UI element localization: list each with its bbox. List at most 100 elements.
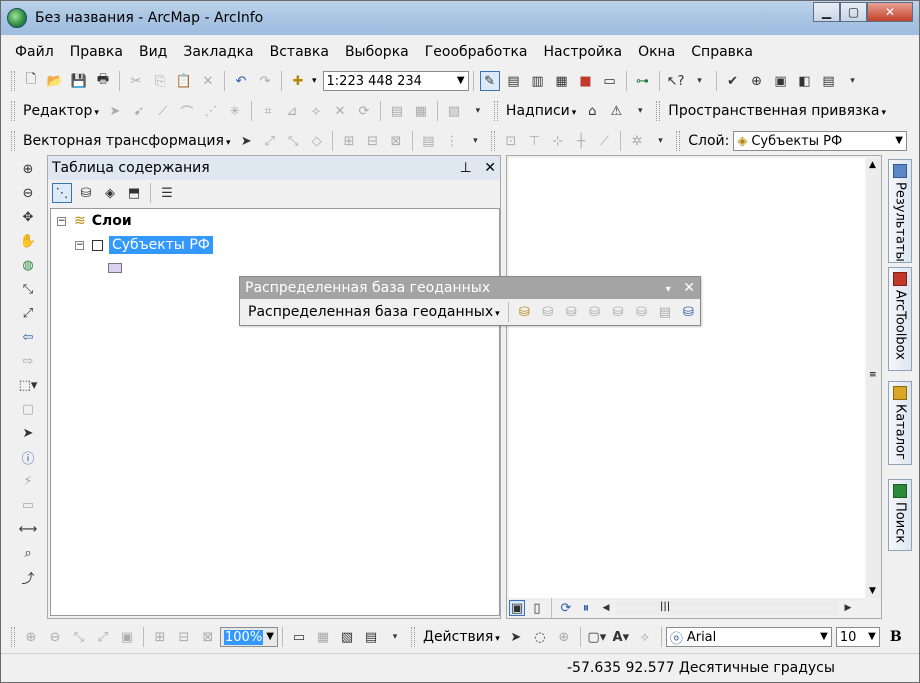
rectangle-icon[interactable]: ▢▾ [587,627,607,647]
trace-icon[interactable]: ⋰ [201,101,221,121]
layout-view-icon[interactable]: ▯ [529,600,545,616]
fixed-zoom-in-page-icon[interactable]: ⤡ [69,627,89,647]
zoom-percent-combobox[interactable]: 100% ▼ [220,627,278,647]
select-elements-icon[interactable]: ➤ [18,423,38,443]
back-arrow-icon[interactable]: ⇦ [18,327,38,347]
toolbar-grip[interactable] [11,131,15,151]
menu-edit[interactable]: Правка [62,44,131,60]
html-popup-icon[interactable]: ▭ [18,495,38,515]
font-size-combobox[interactable]: 10 ▼ [835,627,880,647]
zoom-out-icon[interactable]: ⊖ [18,183,38,203]
toolbar-grip[interactable] [491,131,496,151]
select-elements-icon[interactable]: ➤ [236,131,255,151]
toolbar-grip[interactable] [11,71,15,91]
editor-toolbar-icon[interactable]: ✎ [479,71,500,91]
menu-selection[interactable]: Выборка [337,44,417,60]
layer-node[interactable]: − Субъекты РФ [75,236,213,254]
rotate-icon[interactable]: ◌ [530,627,550,647]
modelbuilder-icon[interactable]: ⊶ [633,71,653,91]
georef-tool-4-icon[interactable]: ◧ [795,71,815,91]
select-elements-icon[interactable]: ➤ [506,627,526,647]
toggle-draft-mode-icon[interactable]: ▭ [289,627,309,647]
change-layout-icon[interactable]: ▧ [337,627,357,647]
georef-tool-3-icon[interactable]: ▣ [771,71,791,91]
redo-icon[interactable]: ↷ [255,71,275,91]
measure-icon[interactable]: ⟷ [18,519,38,539]
menu-customize[interactable]: Настройка [536,44,631,60]
zoom-100-icon[interactable]: ⊞ [150,627,170,647]
fixed-zoom-in-icon[interactable]: ⤡ [18,279,38,299]
synchronize-icon[interactable]: ⛁ [538,302,557,322]
bold-button[interactable]: B [886,629,906,645]
labels-menu[interactable]: Надписи ▾ [502,103,580,119]
identify-icon[interactable]: ⓘ [18,447,38,467]
topology-shared-icon[interactable]: ⊹ [548,131,567,151]
modify-link-icon[interactable]: ⤡ [283,131,302,151]
check-out-icon[interactable]: ⛁ [632,302,651,322]
layer-combobox[interactable]: ◈ Субъекты РФ ▼ [733,131,907,151]
reshape-icon[interactable]: ⊿ [282,101,302,121]
toolbar-grip[interactable] [676,131,681,151]
zoom-out-page-icon[interactable]: ⊖ [45,627,65,647]
edit-vertices-icon[interactable]: ⌗ [258,101,278,121]
close-icon[interactable]: ✕ [484,160,496,176]
edit-annotation-icon[interactable]: ➹ [129,101,149,121]
close-icon[interactable]: ✕ [683,280,695,296]
toolbar-options-icon[interactable]: ▾ [385,627,405,647]
tab-catalog[interactable]: Каталог [888,381,912,465]
layer-label[interactable]: Субъекты РФ [109,236,213,254]
chevron-down-icon[interactable]: ▼ [868,631,876,642]
new-document-icon[interactable]: 🗋 [21,71,41,91]
pause-drawing-icon[interactable]: ⏸ [578,600,594,616]
menu-view[interactable]: Вид [131,44,175,60]
create-replica-icon[interactable]: ⛁ [515,302,534,322]
search-window-icon[interactable]: ▦ [552,71,572,91]
chevron-down-icon[interactable]: ▼ [895,135,903,146]
fixed-zoom-out-icon[interactable]: ⤢ [18,303,38,323]
cut-polygons-icon[interactable]: ⟡ [306,101,326,121]
multiple-displacement-icon[interactable]: ◇ [307,131,326,151]
paste-icon[interactable]: 📋 [174,71,194,91]
forward-arrow-icon[interactable]: ⇨ [18,351,38,371]
scroll-thumb-grip-icon[interactable]: ||| [660,601,670,612]
tab-search[interactable]: Поиск [888,479,912,551]
menu-windows[interactable]: Окна [630,44,683,60]
layers-root-node[interactable]: − ≋ Слои [57,213,132,229]
new-limited-adjust-area-icon[interactable]: ⊟ [363,131,382,151]
sketch-properties-icon[interactable]: ▦ [411,101,431,121]
print-icon[interactable]: 🖶 [93,71,113,91]
save-icon[interactable]: 💾 [69,71,89,91]
collapse-icon[interactable]: − [75,240,84,250]
list-by-visibility-icon[interactable]: ◈ [100,183,120,203]
point-icon[interactable]: ✳ [225,101,245,121]
edge-match-icon[interactable]: ⋮ [442,131,461,151]
menu-file[interactable]: Файл [7,44,62,60]
topology-node-icon[interactable]: ┼ [571,131,590,151]
tab-arctoolbox[interactable]: ArcToolbox [888,267,912,371]
toolbar-options-icon[interactable]: ▾ [651,131,670,151]
menu-help[interactable]: Справка [683,44,761,60]
georef-tool-1-icon[interactable]: ✔ [723,71,743,91]
menu-geoprocessing[interactable]: Геообработка [417,44,536,60]
data-view-icon[interactable]: ▣ [509,600,525,616]
toolbar-grip[interactable] [11,101,15,121]
toolbar-options-icon[interactable]: ▾ [843,71,863,91]
spatial-adjustment-menu[interactable]: Векторная трансформация ▾ [19,133,235,149]
rotate-icon[interactable]: ⟳ [354,101,374,121]
chevron-down-icon[interactable]: ▼ [266,631,274,642]
topology-edit-icon[interactable]: ⊡ [501,131,520,151]
list-by-drawing-order-icon[interactable]: ⋱ [52,183,72,203]
refresh-icon[interactable]: ⟳ [558,600,574,616]
new-displacement-link-icon[interactable]: ⤢ [260,131,279,151]
toolbar-options-icon[interactable]: ▾ [630,101,650,121]
pin-icon[interactable]: ⊥ [460,160,472,176]
back-extent-page-icon[interactable]: ⊟ [174,627,194,647]
scroll-left-icon[interactable]: ◀ [598,600,614,616]
data-driven-pages-icon[interactable]: ▤ [361,627,381,647]
label-manager-icon[interactable]: ⌂ [582,101,602,121]
end-point-arc-icon[interactable]: ⌒ [177,101,197,121]
chevron-down-icon[interactable]: ▼ [820,631,828,642]
collapse-icon[interactable]: − [57,216,66,226]
toolbar-grip[interactable] [11,627,15,647]
catalog-window-icon[interactable]: ▥ [528,71,548,91]
